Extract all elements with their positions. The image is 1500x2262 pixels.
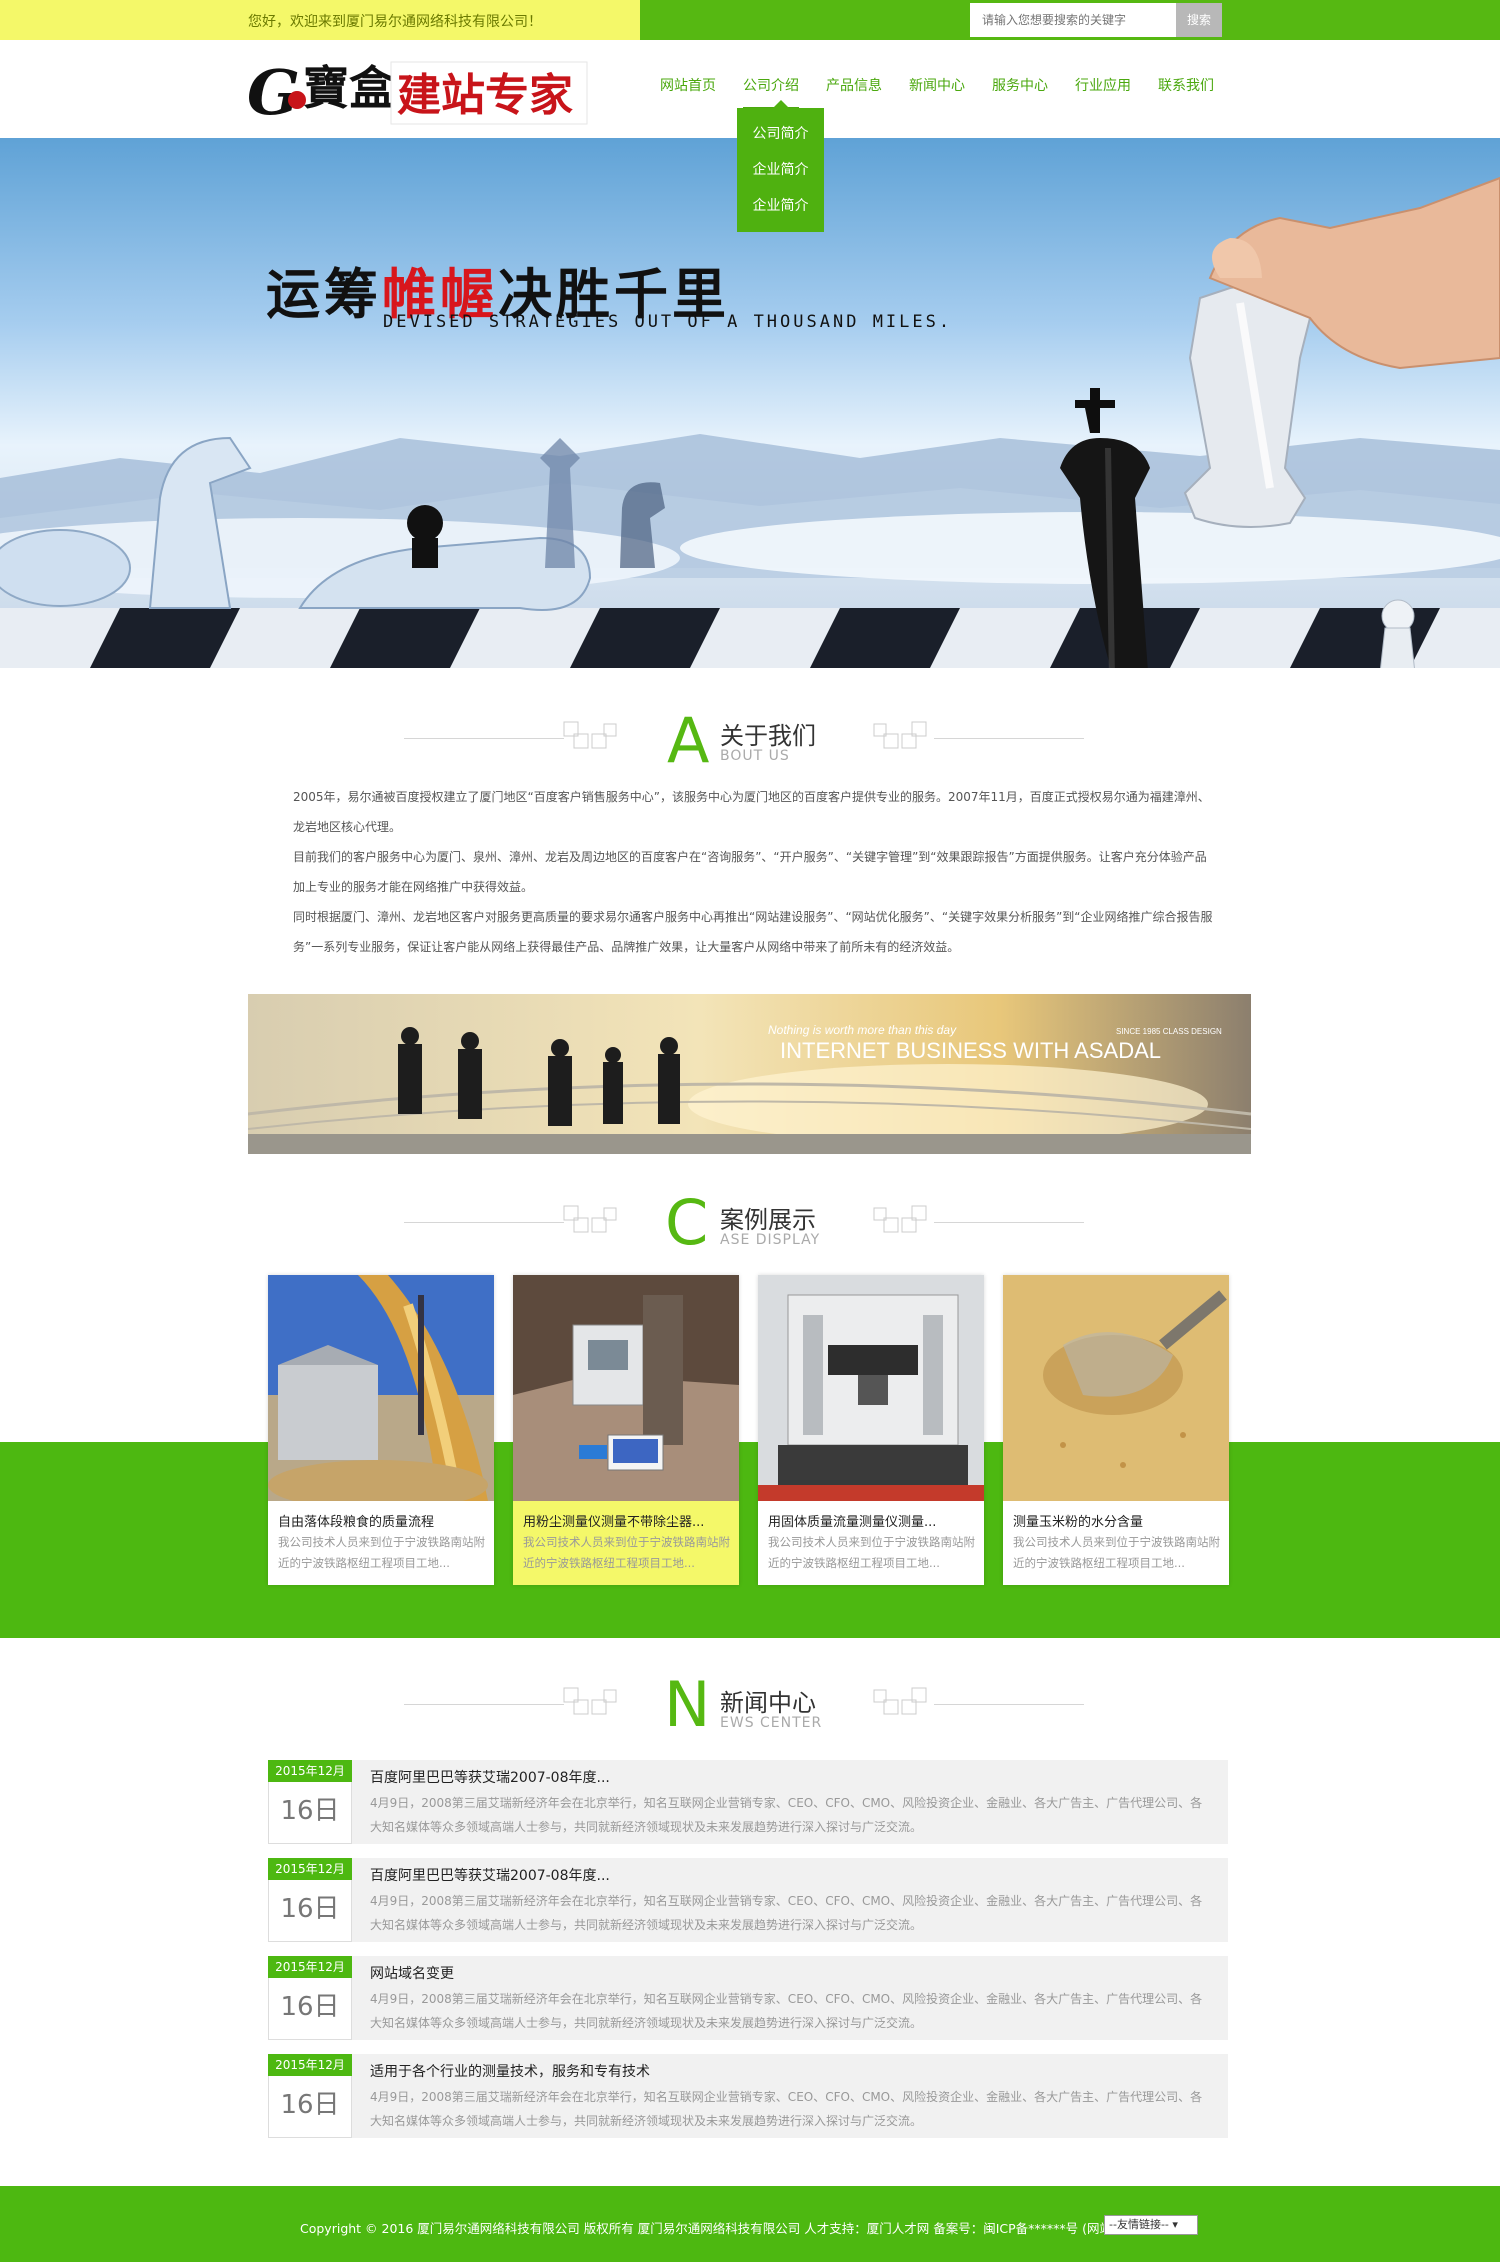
- footer-copyright: Copyright © 2016 厦门易尔通网络科技有限公司 版权所有 厦门易尔…: [300, 2221, 1142, 2236]
- business-banner: Nothing is worth more than this day INTE…: [248, 994, 1251, 1154]
- nav-industry[interactable]: 行业应用: [1075, 75, 1131, 109]
- friendly-links-select[interactable]: --友情链接-- ▾: [1104, 2215, 1198, 2235]
- search-button[interactable]: 搜索: [1176, 3, 1222, 37]
- square-deco-icon: [563, 1687, 617, 1715]
- square-deco-icon: [873, 1687, 927, 1715]
- news-item[interactable]: 2015年12月 16日 适用于各个行业的测量技术，服务和专有技术 4月9日，2…: [268, 2054, 1228, 2138]
- case-title[interactable]: 用粉尘测量仪测量不带除尘器...: [523, 1511, 729, 1530]
- case-card[interactable]: 自由落体段粮食的质量流程 我公司技术人员来到位于宁波铁路南站附近的宁波铁路枢纽工…: [268, 1275, 494, 1585]
- square-deco-icon: [563, 1205, 617, 1233]
- cases-title: 案例展示: [720, 1206, 816, 1234]
- case-image: [513, 1275, 739, 1501]
- news-item[interactable]: 2015年12月 16日 百度阿里巴巴等获艾瑞2007-08年度... 4月9日…: [268, 1760, 1228, 1844]
- section-divider: [934, 738, 1084, 739]
- svg-text:G: G: [247, 56, 300, 129]
- section-divider: [404, 738, 564, 739]
- nav-news[interactable]: 新闻中心: [909, 75, 965, 109]
- news-item[interactable]: 2015年12月 16日 百度阿里巴巴等获艾瑞2007-08年度... 4月9日…: [268, 1858, 1228, 1942]
- business-people-image: Nothing is worth more than this day INTE…: [248, 994, 1251, 1154]
- news-desc: 4月9日，2008第三届艾瑞新经济年会在北京举行，知名互联网企业营销专家、CEO…: [370, 1992, 1203, 2030]
- nav-home[interactable]: 网站首页: [660, 75, 716, 109]
- site-logo[interactable]: G 寶盒 建站专家: [245, 52, 595, 132]
- news-month: 2015年12月: [268, 1760, 352, 1782]
- square-deco-icon: [873, 1205, 927, 1233]
- square-deco-icon: [873, 721, 927, 749]
- company-dropdown: 公司简介 企业简介 企业简介: [737, 100, 824, 232]
- section-divider: [934, 1704, 1084, 1705]
- news-month: 2015年12月: [268, 1956, 352, 1978]
- banner-tagline: Nothing is worth more than this day: [768, 1023, 957, 1037]
- banner-corner-note: SINCE 1985 CLASS DESIGN: [1116, 1027, 1222, 1036]
- case-desc: 我公司技术人员来到位于宁波铁路南站附近的宁波铁路枢纽工程项目工地...: [278, 1535, 485, 1570]
- hero-title-pre: 运筹: [266, 263, 382, 326]
- news-desc: 4月9日，2008第三届艾瑞新经济年会在北京举行，知名互联网企业营销专家、CEO…: [370, 1796, 1203, 1834]
- nav-service[interactable]: 服务中心: [992, 75, 1048, 109]
- case-desc: 我公司技术人员来到位于宁波铁路南站附近的宁波铁路枢纽工程项目工地...: [1013, 1535, 1220, 1570]
- news-day: 16日: [268, 2076, 352, 2138]
- section-divider: [934, 1222, 1084, 1223]
- news-month: 2015年12月: [268, 2054, 352, 2076]
- news-title[interactable]: 百度阿里巴巴等获艾瑞2007-08年度...: [370, 1767, 610, 1787]
- svg-text:建站专家: 建站专家: [397, 70, 573, 121]
- news-day: 16日: [268, 1978, 352, 2040]
- news-letter: N: [664, 1668, 711, 1741]
- about-letter: A: [667, 704, 710, 777]
- news-title: 新闻中心: [720, 1689, 816, 1717]
- case-card[interactable]: 用粉尘测量仪测量不带除尘器... 我公司技术人员来到位于宁波铁路南站附近的宁波铁…: [513, 1275, 739, 1585]
- about-paragraph: 目前我们的客户服务中心为厦门、泉州、漳州、龙岩及周边地区的百度客户在“咨询服务”…: [293, 850, 1207, 894]
- svg-text:寶盒: 寶盒: [303, 61, 396, 115]
- dropdown-item[interactable]: 公司简介: [737, 120, 824, 156]
- case-image: [268, 1275, 494, 1501]
- logo-graphic: G 寶盒 建站专家: [247, 56, 588, 129]
- news-desc: 4月9日，2008第三届艾瑞新经济年会在北京举行，知名互联网企业营销专家、CEO…: [370, 1894, 1203, 1932]
- cases-green-band: [0, 1442, 1500, 1638]
- news-title[interactable]: 适用于各个行业的测量技术，服务和专有技术: [370, 2061, 650, 2081]
- about-paragraph: 2005年，易尔通被百度授权建立了厦门地区“百度客户销售服务中心”，该服务中心为…: [293, 790, 1210, 834]
- news-day: 16日: [268, 1880, 352, 1942]
- dust-meter-photo: [513, 1275, 739, 1501]
- about-paragraph: 同时根据厦门、漳州、龙岩地区客户对服务更高质量的要求易尔通客户服务中心再推出“网…: [293, 910, 1213, 954]
- search-input[interactable]: [970, 3, 1176, 37]
- welcome-text: 您好，欢迎来到厦门易尔通网络科技有限公司！: [248, 14, 542, 30]
- square-deco-icon: [563, 721, 617, 749]
- main-nav: 网站首页 公司介绍 产品信息 新闻中心 服务中心 行业应用 联系我们: [660, 75, 1241, 109]
- cases-letter: C: [665, 1186, 709, 1259]
- dropdown-item[interactable]: 企业简介: [737, 192, 824, 228]
- case-title[interactable]: 测量玉米粉的水分含量: [1013, 1511, 1219, 1530]
- case-image: [758, 1275, 984, 1501]
- grain-silo-photo: [268, 1275, 494, 1501]
- cases-subtitle: ASE DISPLAY: [720, 1232, 821, 1248]
- case-card[interactable]: 用固体质量流量测量仪测量... 我公司技术人员来到位于宁波铁路南站附近的宁波铁路…: [758, 1275, 984, 1585]
- corn-flour-photo: [1003, 1275, 1229, 1501]
- case-image: [1003, 1275, 1229, 1501]
- about-subtitle: BOUT US: [720, 748, 790, 764]
- news-subtitle: EWS CENTER: [720, 1715, 823, 1731]
- hero-subtitle: DEVISED STRATEGIES OUT OF A THOUSAND MIL…: [383, 312, 953, 332]
- case-title[interactable]: 自由落体段粮食的质量流程: [278, 1511, 484, 1530]
- banner-headline: INTERNET BUSINESS WITH ASADAL: [780, 1038, 1161, 1063]
- case-title[interactable]: 用固体质量流量测量仪测量...: [768, 1511, 974, 1530]
- case-desc: 我公司技术人员来到位于宁波铁路南站附近的宁波铁路枢纽工程项目工地...: [523, 1535, 730, 1570]
- section-divider: [404, 1704, 564, 1705]
- news-title[interactable]: 网站域名变更: [370, 1963, 454, 1983]
- case-desc: 我公司技术人员来到位于宁波铁路南站附近的宁波铁路枢纽工程项目工地...: [768, 1535, 975, 1570]
- nav-products[interactable]: 产品信息: [826, 75, 882, 109]
- case-card[interactable]: 测量玉米粉的水分含量 我公司技术人员来到位于宁波铁路南站附近的宁波铁路枢纽工程项…: [1003, 1275, 1229, 1585]
- news-item[interactable]: 2015年12月 16日 网站域名变更 4月9日，2008第三届艾瑞新经济年会在…: [268, 1956, 1228, 2040]
- flow-meter-machine-photo: [758, 1275, 984, 1501]
- about-title: 关于我们: [720, 722, 816, 750]
- section-divider: [404, 1222, 564, 1223]
- news-title[interactable]: 百度阿里巴巴等获艾瑞2007-08年度...: [370, 1865, 610, 1885]
- news-month: 2015年12月: [268, 1858, 352, 1880]
- about-text: 2005年，易尔通被百度授权建立了厦门地区“百度客户销售服务中心”，该服务中心为…: [293, 782, 1215, 962]
- news-day: 16日: [268, 1782, 352, 1844]
- dropdown-item[interactable]: 企业简介: [737, 156, 824, 192]
- news-desc: 4月9日，2008第三届艾瑞新经济年会在北京举行，知名互联网企业营销专家、CEO…: [370, 2090, 1203, 2128]
- nav-company[interactable]: 公司介绍: [743, 75, 799, 109]
- nav-contact[interactable]: 联系我们: [1158, 75, 1214, 109]
